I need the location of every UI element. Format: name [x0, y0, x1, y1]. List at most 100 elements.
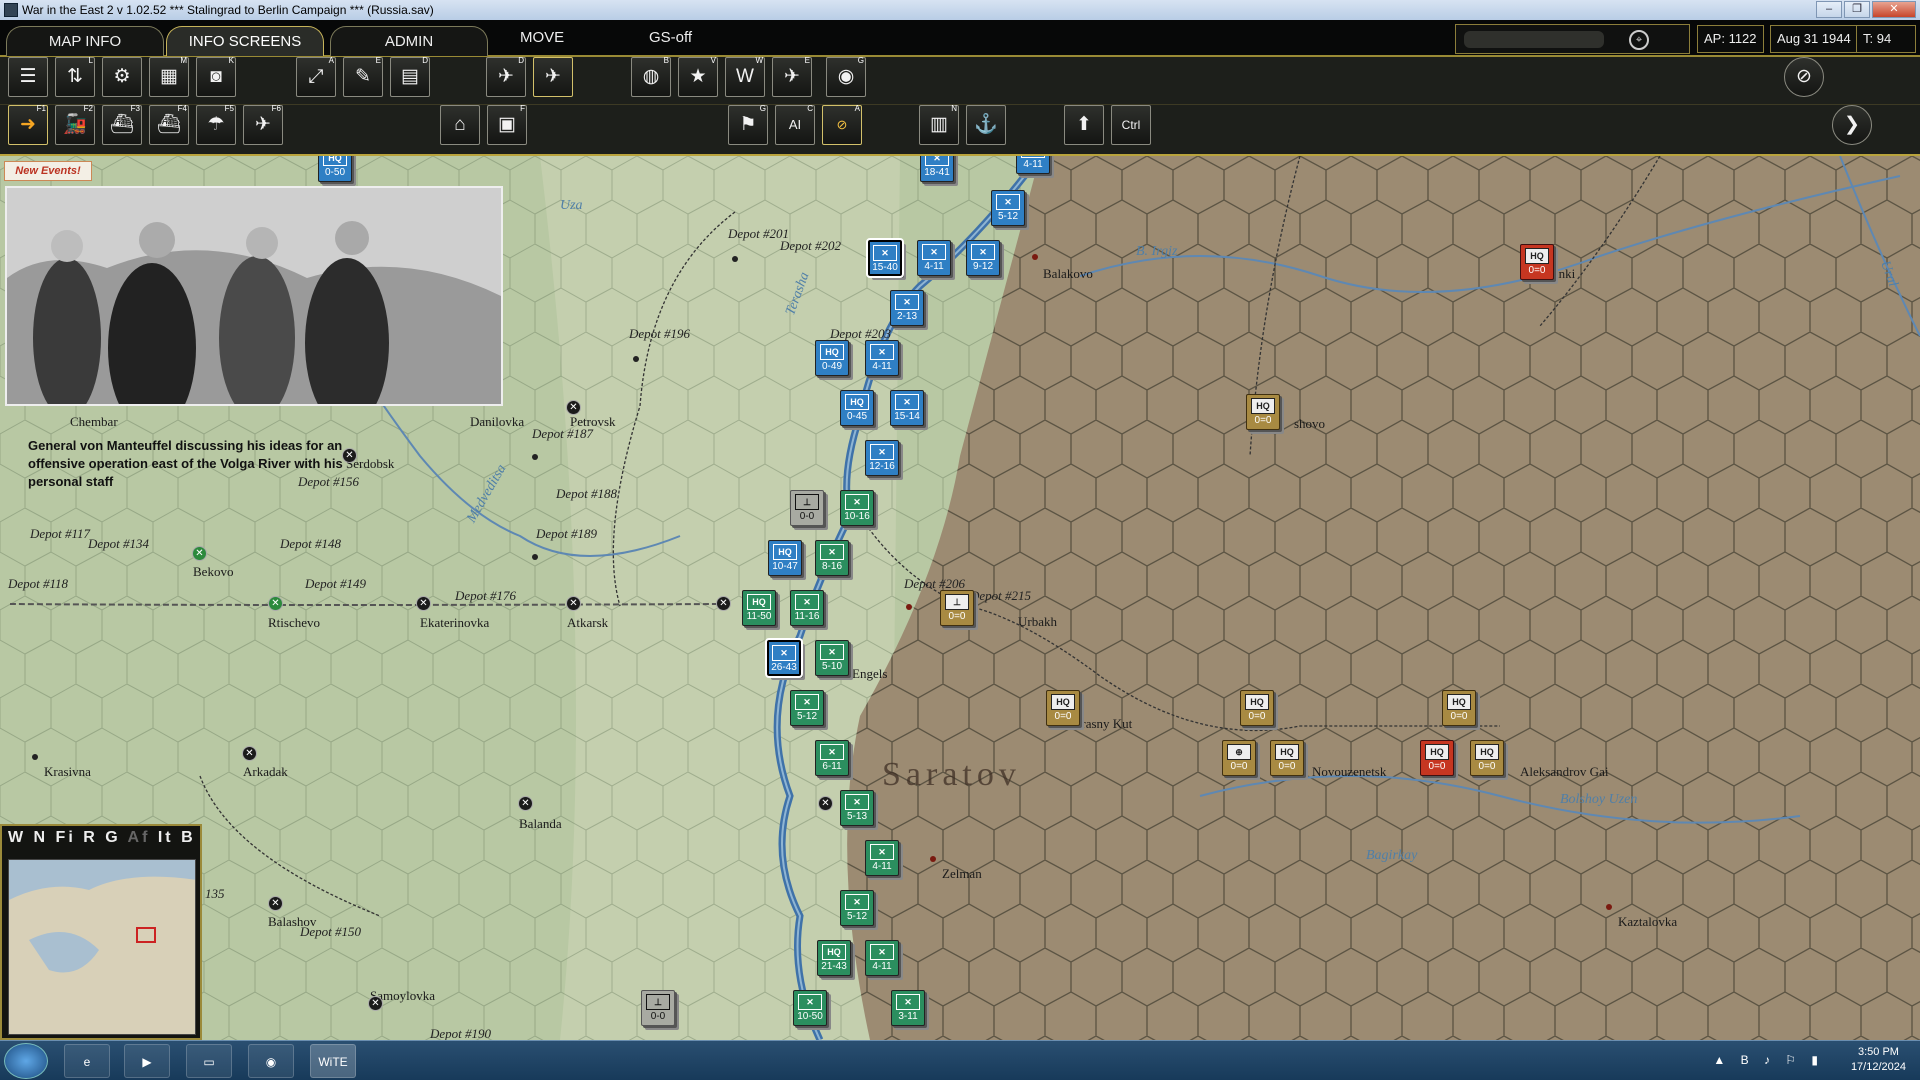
ai-button[interactable]: AI C	[775, 104, 815, 145]
map-unit[interactable]: ✕ 3-11	[891, 990, 925, 1026]
map-unit[interactable]: ✕4-11	[865, 840, 899, 876]
rail-mode-button[interactable]: 🚂 F2	[55, 104, 95, 145]
map-unit[interactable]: ✕ 5-12	[991, 190, 1025, 226]
map-unit[interactable]: ✕4-11	[1016, 156, 1050, 174]
map-unit[interactable]: ✕ 2-13	[890, 290, 924, 326]
production-button[interactable]: ▦ M	[149, 56, 189, 97]
map-unit[interactable]: ✕ 11-16	[790, 590, 824, 626]
events-button[interactable]: ✎ E	[343, 56, 383, 97]
losses-button[interactable]: ⇅ L	[55, 56, 95, 97]
search-input[interactable]	[1464, 31, 1604, 48]
weather-button[interactable]: WW	[725, 56, 765, 97]
commanders-button[interactable]: ◙ K	[196, 56, 236, 97]
air-mission-button[interactable]: ✈	[533, 57, 573, 97]
rail-junction-icon: ✕	[518, 796, 533, 811]
start-button[interactable]	[4, 1043, 48, 1079]
map-unit[interactable]: ✕ 15-14	[890, 390, 924, 426]
close-button[interactable]: ✕	[1872, 1, 1916, 18]
air-transport-button[interactable]: ✈ F6	[243, 104, 283, 145]
end-turn-disabled-icon[interactable]: ⊘	[1784, 57, 1824, 97]
minimize-button[interactable]: –	[1816, 1, 1842, 18]
map-unit[interactable]: ✕ 5-13	[840, 790, 874, 826]
map-unit[interactable]: HQ 10-47	[768, 540, 802, 576]
axis-unit[interactable]: HQ 0=0	[1470, 740, 1504, 776]
map-unit[interactable]: ✕ 10-16	[840, 490, 874, 526]
map-unit[interactable]: ✕ 26-43	[765, 638, 803, 678]
map-unit[interactable]: HQ 11-50	[742, 590, 776, 626]
depot-148: Depot #148	[280, 536, 342, 551]
tab-info-screens[interactable]: INFO SCREENS	[166, 26, 324, 56]
map-unit[interactable]: ✕ 6-11	[815, 740, 849, 776]
axis-unit[interactable]: HQ 0=0	[1442, 690, 1476, 726]
tab-admin[interactable]: ADMIN	[330, 26, 488, 56]
axis-unit[interactable]: HQ 0=0	[1240, 690, 1274, 726]
axis-unit[interactable]: HQ 0=0	[1520, 244, 1554, 280]
compass-icon[interactable]: ⌖	[1629, 30, 1649, 50]
supply-button[interactable]: ▥ N	[919, 104, 959, 145]
wite-app-button[interactable]: WiTE	[310, 1044, 356, 1078]
axis-unit[interactable]: HQ 0=0	[1046, 690, 1080, 726]
gs-toggle[interactable]: GS-off	[649, 29, 692, 46]
fortify-button[interactable]: ▣ F	[487, 104, 527, 145]
next-icon[interactable]: ❯	[1832, 105, 1872, 145]
ai-assist-button[interactable]: ⊘ A	[822, 104, 862, 145]
map-unit[interactable]: ✕4-11	[865, 940, 899, 976]
air-command-button[interactable]: ✈ E	[772, 56, 812, 97]
naval-button[interactable]: ⚓	[966, 105, 1006, 145]
map-unit[interactable]: HQ 0-50	[318, 156, 352, 182]
theater-button[interactable]: ⤢ A	[296, 56, 336, 97]
axis-unit[interactable]: HQ 0=0	[1420, 740, 1454, 776]
airborne-button[interactable]: ☂ F5	[196, 104, 236, 145]
map-unit[interactable]: ✕ 5-12	[790, 690, 824, 726]
minimap[interactable]	[8, 859, 196, 1035]
chrome-icon[interactable]: ◉	[248, 1044, 294, 1078]
map-unit[interactable]: HQ 21-43	[817, 940, 851, 976]
system-tray[interactable]: ▲ B ♪ ⚐ ▮	[1713, 1053, 1824, 1067]
new-events-badge[interactable]: New Events!	[4, 161, 92, 181]
map-unit[interactable]: ✕ 5-10	[815, 640, 849, 676]
victory-button[interactable]: ★ V	[678, 56, 718, 97]
map-unit[interactable]: ✕ 5-12	[840, 890, 874, 926]
unit-list-button[interactable]: ☰	[8, 57, 48, 97]
battle-report-button[interactable]: ◍ B	[631, 56, 671, 97]
move-mode-button[interactable]: ➜ F1	[8, 104, 48, 145]
game-log-button[interactable]: ◉ G	[826, 56, 866, 97]
naval-transport-button[interactable]: ⛴ F3	[102, 104, 142, 145]
map-unit[interactable]: ✕4-11	[865, 340, 899, 376]
map-unit[interactable]: ✕ 9-12	[966, 240, 1000, 276]
unit-up-button[interactable]: ⬆	[1064, 105, 1104, 145]
map-unit[interactable]: HQ 0-49	[815, 340, 849, 376]
amphibious-button[interactable]: ⛴ F4	[149, 104, 189, 145]
maximize-button[interactable]: ❐	[1844, 1, 1870, 18]
axis-unit[interactable]: ⊥ 0=0	[940, 590, 974, 626]
toolbar-row-1: ☰ ⇅ L ⚙ ▦ M ◙ K ⤢ A ✎ E ▤ D ✈ D ✈ ◍ B ★ V WW ✈ E ◉…	[0, 56, 1920, 105]
tab-map-info[interactable]: MAP INFO	[6, 26, 164, 56]
air-directive-button[interactable]: ✈ D	[486, 56, 526, 97]
map-unit[interactable]: ✕ 18-41	[920, 156, 954, 182]
flag-button[interactable]: ⚑ G	[728, 104, 768, 145]
search-box[interactable]: ⌖	[1455, 24, 1690, 54]
map-unit[interactable]: ⊥ 0-0	[790, 490, 824, 526]
map-unit[interactable]: ✕ 10-50	[793, 990, 827, 1026]
minimap-tabs[interactable]: W N Fi R G Af It B	[8, 829, 196, 847]
ie-icon[interactable]: e	[64, 1044, 110, 1078]
map-unit[interactable]: ✕4-11	[917, 240, 951, 276]
game-map[interactable]: New Events! General von Manteuffel discu…	[0, 156, 1920, 1040]
ctrl-button[interactable]: Ctrl	[1111, 105, 1151, 145]
map-unit-selected[interactable]: ✕ 15-40	[866, 238, 904, 278]
settings-button[interactable]: ⚙	[102, 57, 142, 97]
clock[interactable]: 3:50 PM 17/12/2024	[1851, 1045, 1906, 1075]
construction-button[interactable]: ⌂	[440, 105, 480, 145]
axis-unit[interactable]: ⊕ 0=0	[1222, 740, 1256, 776]
map-unit[interactable]: ✕ 8-16	[815, 540, 849, 576]
map-unit[interactable]: HQ 0-45	[840, 390, 874, 426]
report-button[interactable]: ▤ D	[390, 56, 430, 97]
axis-unit[interactable]: HQ 0=0	[1246, 394, 1280, 430]
map-unit[interactable]: ⊥ 0-0	[641, 990, 675, 1026]
move-menu[interactable]: MOVE	[520, 29, 564, 46]
map-unit[interactable]: ✕ 12-16	[865, 440, 899, 476]
folder-icon[interactable]: ▭	[186, 1044, 232, 1078]
event-panel[interactable]: New Events! General von Manteuffel discu…	[0, 156, 506, 511]
axis-unit[interactable]: HQ 0=0	[1270, 740, 1304, 776]
media-player-icon[interactable]: ▶	[124, 1044, 170, 1078]
